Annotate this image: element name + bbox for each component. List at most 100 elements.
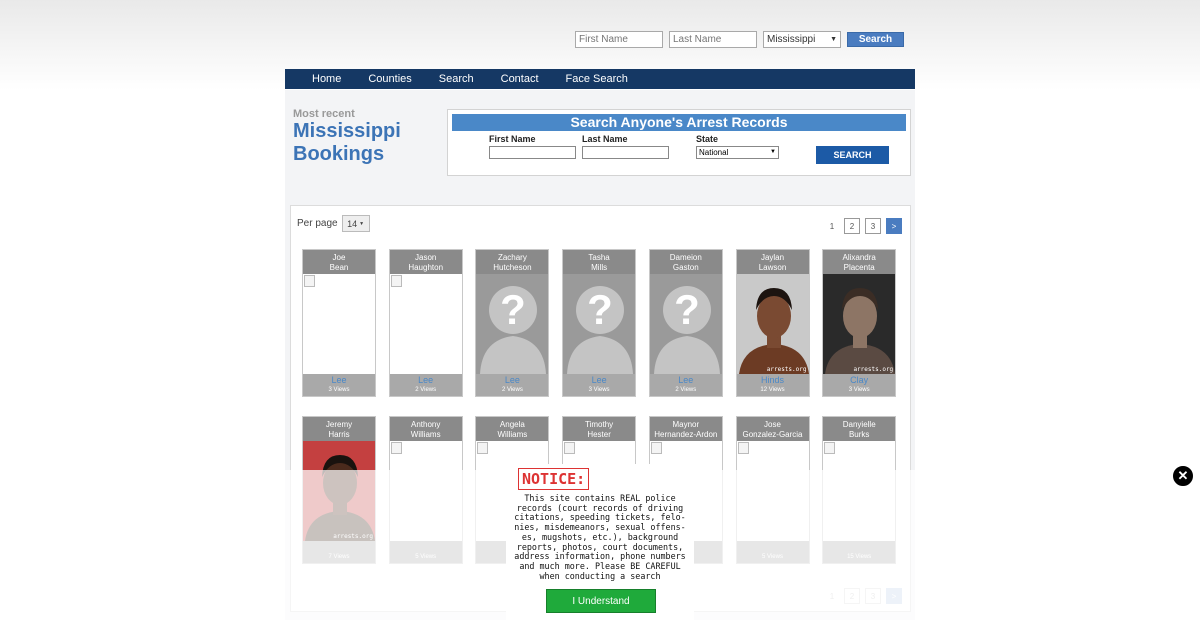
card-footer: Clay 3 Views [823,374,896,396]
county-link[interactable]: Lee [390,374,462,386]
county-link[interactable]: Hinds [737,374,809,386]
inmate-name[interactable]: Joe Bean [303,250,375,274]
county-link[interactable]: Clay [823,374,895,386]
card-footer: Lee 3 Views [563,374,636,396]
first-name-field[interactable] [489,146,576,159]
mugshot-photo[interactable]: ? [563,274,636,374]
inmate-name[interactable]: Zachary Hutcheson [476,250,549,274]
booking-card[interactable]: Alixandra Placenta arrests.org Clay 3 Views [822,249,897,397]
booking-card[interactable]: Zachary Hutcheson? Lee 2 Views [475,249,550,397]
inmate-first-name: Alixandra [842,253,876,262]
inmate-name[interactable]: Timothy Hester [563,417,636,441]
last-name-field[interactable] [582,146,669,159]
unknown-person-icon: ? [567,286,634,374]
close-icon[interactable]: ✕ [1173,466,1193,486]
arrest-search-box: Search Anyone's Arrest Records First Nam… [447,109,911,176]
nav-counties[interactable]: Counties [368,73,411,85]
inmate-first-name: Jose [764,420,781,429]
nav-face-search[interactable]: Face Search [566,73,628,85]
booking-card[interactable]: Tasha Mills? Lee 3 Views [562,249,637,397]
inmate-last-name: Hester [587,429,611,439]
inmate-name[interactable]: Anthony Williams [389,417,462,441]
per-page-control: Per page 14 ▼ [297,215,370,232]
mugshot-photo[interactable] [389,274,462,374]
chevron-down-icon: ▼ [359,220,365,227]
view-count: 12 Views [760,387,785,393]
inmate-name[interactable]: Jose Gonzalez-Garcia [736,417,809,441]
search-button[interactable]: SEARCH [816,146,889,164]
mugshot-photo[interactable]: ? [476,274,549,374]
mugshot-photo[interactable]: ? [649,274,722,374]
mugshot-image [736,274,809,374]
main-nav: Home Counties Search Contact Face Search [285,69,915,89]
mugshot-photo[interactable] [303,274,375,374]
watermark: arrests.org [766,366,807,373]
inmate-name[interactable]: Tasha Mills [563,250,636,274]
inmate-name[interactable]: Danyielle Burks [823,417,896,441]
page-3[interactable]: 3 [865,218,881,234]
per-page-select[interactable]: 14 ▼ [341,215,370,232]
inmate-last-name: Williams [497,429,528,439]
state-select[interactable]: National ▼ [696,146,779,159]
inmate-last-name: Williams [410,429,441,439]
mugshot-photo[interactable]: arrests.org [736,274,809,374]
i-understand-button[interactable]: I Understand [546,589,656,613]
inmate-first-name: Dameion [669,253,702,262]
svg-text:?: ? [587,286,613,333]
inmate-last-name: Gaston [672,262,699,272]
card-footer: Lee 2 Views [649,374,722,396]
county-link[interactable]: Lee [650,374,722,386]
top-state-select[interactable]: Mississippi ▼ [763,31,841,48]
inmate-name[interactable]: Jeremy Harris [303,417,375,441]
unknown-person-icon: ? [653,286,720,374]
state-label: State [696,134,719,144]
inmate-name[interactable]: Alixandra Placenta [823,250,896,274]
top-first-name-input[interactable] [575,31,663,48]
broken-image-icon [304,275,315,287]
county-link[interactable]: Lee [476,374,548,386]
view-count: 2 Views [501,387,523,393]
inmate-first-name: Jaylan [760,253,785,262]
top-last-name-input[interactable] [669,31,757,48]
inmate-first-name: Joe [332,253,346,262]
top-search-button[interactable]: Search [847,32,904,47]
next-page-button[interactable]: > [886,218,902,234]
broken-image-icon [737,442,749,454]
inmate-first-name: Zachary [497,253,527,262]
broken-image-icon [390,442,402,454]
inmate-first-name: Jeremy [325,420,353,429]
heading-bookings: Bookings [293,143,385,165]
inmate-last-name: Burks [848,429,870,439]
top-search-bar: Mississippi ▼ Search [575,31,904,48]
inmate-name[interactable]: Maynor Hernandez-Ardon [649,417,722,441]
watermark: arrests.org [853,366,894,373]
inmate-name[interactable]: Angela Williams [476,417,549,441]
nav-search[interactable]: Search [439,73,474,85]
page-2[interactable]: 2 [844,218,860,234]
county-link[interactable]: Lee [563,374,635,386]
card-footer: Lee 2 Views [389,374,462,396]
inmate-name[interactable]: Dameion Gaston [649,250,722,274]
inmate-last-name: Mills [591,262,608,272]
inmate-last-name: Placenta [843,262,875,272]
booking-card[interactable]: Dameion Gaston? Lee 2 Views [648,249,723,397]
per-page-value: 14 [347,218,358,229]
nav-contact[interactable]: Contact [501,73,539,85]
page-1[interactable]: 1 [825,219,839,233]
inmate-first-name: Maynor [672,420,700,429]
booking-card[interactable]: Jason Haughton Lee 2 Views [388,249,463,397]
booking-card[interactable]: Joe Bean Lee 3 Views [302,249,376,397]
notice-text: This site contains REAL police records (… [510,493,690,581]
inmate-name[interactable]: Jaylan Lawson [736,250,809,274]
mugshot-photo[interactable]: arrests.org [823,274,896,374]
heading-subtitle: Most recent [293,108,355,120]
booking-card[interactable]: Jaylan Lawson arrests.org Hinds 12 Views [735,249,810,397]
county-link[interactable]: Lee [303,374,375,386]
view-count: 2 Views [415,387,437,393]
chevron-down-icon: ▼ [770,149,776,155]
inmate-name[interactable]: Jason Haughton [389,250,462,274]
inmate-last-name: Haughton [408,262,444,272]
view-count: 3 Views [848,387,870,393]
nav-home[interactable]: Home [312,73,341,85]
inmate-last-name: Harris [328,429,350,439]
